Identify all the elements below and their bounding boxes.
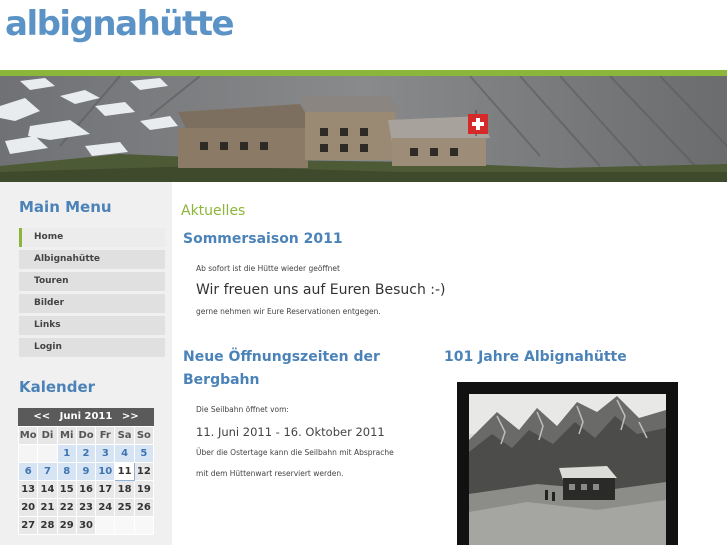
calendar-day[interactable]: 25	[114, 498, 135, 517]
article-text: gerne nehmen wir Eure Reservationen entg…	[196, 307, 381, 316]
calendar-day[interactable]: 10	[95, 462, 116, 481]
calendar-prev-button[interactable]: <<	[33, 411, 50, 422]
calendar-day[interactable]: 9	[75, 462, 97, 481]
section-title: Aktuelles	[181, 203, 246, 219]
calendar-day[interactable]: 7	[37, 462, 58, 481]
article-title-101-jahre[interactable]: 101 Jahre Albignahütte	[444, 346, 627, 369]
calendar-day[interactable]: 27	[17, 516, 39, 535]
weekday-label: Di	[37, 426, 58, 445]
calendar-day-empty	[37, 444, 58, 463]
calendar-day[interactable]: 17	[95, 480, 116, 499]
site-logo[interactable]: albignahütte	[5, 4, 235, 44]
weekday-label: So	[133, 426, 155, 445]
calendar-day[interactable]: 29	[56, 516, 77, 535]
calendar-day[interactable]: 13	[17, 480, 39, 499]
article-text-highlight: Wir freuen uns auf Euren Besuch :-)	[196, 282, 446, 298]
calendar-day[interactable]: 8	[56, 462, 77, 481]
calendar-day-empty	[17, 444, 39, 463]
historic-hut-photo[interactable]	[457, 382, 678, 545]
calendar-day[interactable]: 28	[37, 516, 58, 535]
calendar-day[interactable]: 5	[133, 444, 155, 463]
calendar-day[interactable]: 20	[17, 498, 39, 517]
calendar-day-empty	[114, 516, 135, 535]
calendar-next-button[interactable]: >>	[122, 411, 139, 422]
calendar-heading: Kalender	[19, 378, 96, 396]
calendar-day[interactable]: 24	[95, 498, 116, 517]
article-title-sommersaison[interactable]: Sommersaison 2011	[183, 228, 343, 251]
menu-item-home[interactable]: Home	[19, 228, 165, 247]
calendar-month-label: Juni 2011	[59, 411, 113, 422]
article-title-oeffnungszeiten-line2[interactable]: Bergbahn	[183, 369, 260, 392]
calendar-day-empty	[133, 516, 155, 535]
calendar-day[interactable]: 22	[56, 498, 77, 517]
menu-item-bilder[interactable]: Bilder	[19, 294, 165, 313]
article-title-oeffnungszeiten[interactable]: Neue Öffnungszeiten der	[183, 346, 380, 369]
article-text: Ab sofort ist die Hütte wieder geöffnet	[196, 264, 340, 273]
article-text: Die Seilbahn öffnet vom:	[196, 405, 289, 414]
article-text-dates: 11. Juni 2011 - 16. Oktober 2011	[196, 425, 385, 439]
calendar-grid: Mo Di Mi Do Fr Sa So 1 2 3 4 5 6 7 8 9 1…	[17, 426, 155, 535]
article-text: Über die Ostertage kann die Seilbahn mit…	[196, 448, 394, 457]
menu-item-login[interactable]: Login	[19, 338, 165, 357]
calendar-day[interactable]: 16	[75, 480, 97, 499]
calendar-day[interactable]: 4	[114, 444, 135, 463]
calendar-day[interactable]: 2	[75, 444, 97, 463]
calendar-day[interactable]: 1	[56, 444, 77, 463]
menu-item-albignahuette[interactable]: Albignahütte	[19, 250, 165, 269]
menu-item-touren[interactable]: Touren	[19, 272, 165, 291]
calendar-day[interactable]: 19	[133, 480, 155, 499]
weekday-label: Mi	[56, 426, 77, 445]
calendar-day[interactable]: 23	[75, 498, 97, 517]
calendar-day[interactable]: 14	[37, 480, 58, 499]
main-menu: Home Albignahütte Touren Bilder Links Lo…	[19, 228, 165, 360]
menu-item-links[interactable]: Links	[19, 316, 165, 335]
calendar-day[interactable]: 26	[133, 498, 155, 517]
calendar-day[interactable]: 18	[114, 480, 135, 499]
page: { "site": { "logo": "albignahütte" }, "s…	[0, 0, 727, 545]
calendar-day[interactable]: 15	[56, 480, 77, 499]
calendar-day[interactable]: 12	[133, 462, 155, 481]
calendar-day-empty	[95, 516, 116, 535]
article-text: mit dem Hüttenwart reserviert werden.	[196, 469, 344, 478]
calendar-header: << Juni 2011 >>	[18, 408, 154, 426]
calendar-day[interactable]: 3	[95, 444, 116, 463]
weekday-label: Mo	[17, 426, 39, 445]
calendar-day[interactable]: 6	[17, 462, 39, 481]
calendar-day-today[interactable]: 11	[114, 462, 135, 481]
calendar-day[interactable]: 30	[75, 516, 97, 535]
calendar-day[interactable]: 21	[37, 498, 58, 517]
weekday-label: Sa	[114, 426, 135, 445]
weekday-label: Do	[75, 426, 97, 445]
weekday-label: Fr	[95, 426, 116, 445]
main-menu-heading: Main Menu	[19, 198, 112, 216]
banner-image	[0, 76, 727, 182]
